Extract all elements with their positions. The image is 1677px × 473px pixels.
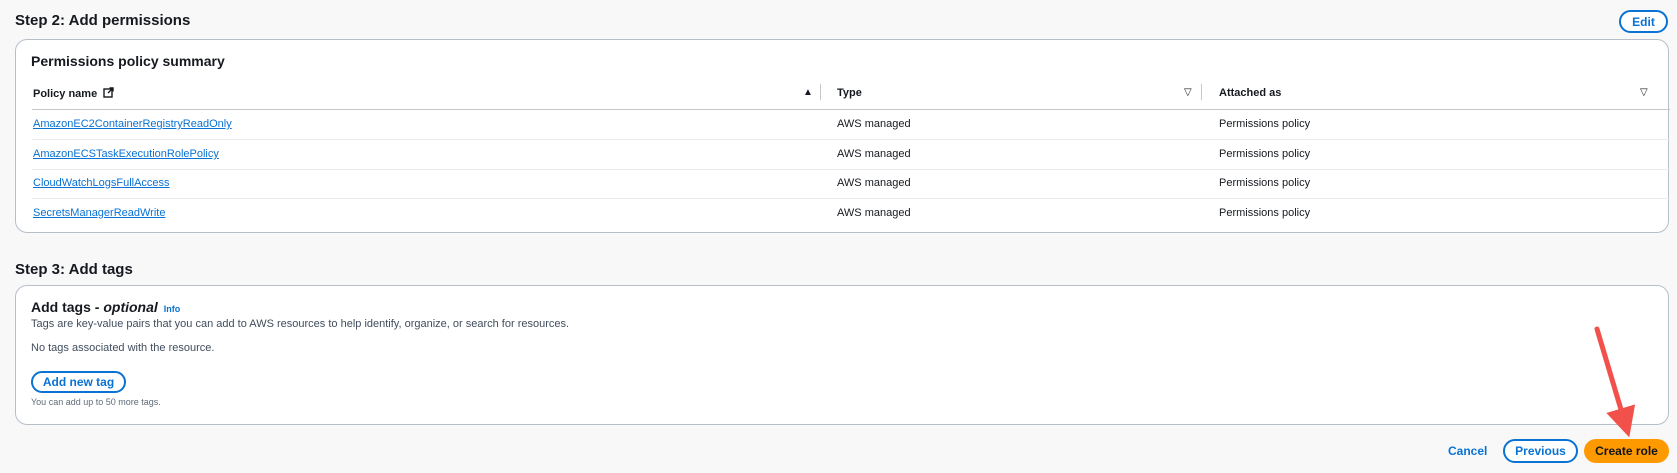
row-divider [32,139,1670,140]
permissions-summary-title: Permissions policy summary [31,53,225,69]
tags-description: Tags are key-value pairs that you can ad… [31,318,570,330]
column-header-attached-as[interactable]: Attached as [1219,87,1281,99]
sort-icon[interactable]: ▽ [1640,87,1648,98]
step2-title: Step 2: Add permissions [15,12,191,29]
policy-type: AWS managed [837,177,911,189]
column-header-policy-name[interactable]: Policy name [33,87,114,101]
column-divider[interactable] [1201,84,1202,100]
row-divider [32,169,1670,170]
policy-link[interactable]: SecretsManagerReadWrite [33,207,165,219]
previous-button[interactable]: Previous [1503,439,1578,463]
info-link[interactable]: Info [164,304,181,314]
edit-button[interactable]: Edit [1619,10,1668,33]
add-tags-title: Add tags - optional Info [31,299,180,315]
column-header-type[interactable]: Type [837,87,862,99]
column-header-label: Policy name [33,88,98,100]
policy-attached-as: Permissions policy [1219,118,1311,130]
policy-attached-as: Permissions policy [1219,177,1311,189]
policy-type: AWS managed [837,118,911,130]
permissions-policy-summary: Permissions policy summary Policy name ▲… [15,39,1670,233]
column-divider[interactable] [820,84,821,100]
no-tags-text: No tags associated with the resource. [31,342,215,354]
annotation-arrow-icon [1594,326,1636,438]
policy-attached-as: Permissions policy [1219,207,1311,219]
add-tags-title-text: Add tags - [31,299,104,315]
policy-link[interactable]: AmazonECSTaskExecutionRolePolicy [33,148,219,160]
tags-limit-hint: You can add up to 50 more tags. [31,397,161,407]
row-divider [32,198,1670,199]
policy-attached-as: Permissions policy [1219,148,1311,160]
policy-type: AWS managed [837,207,911,219]
external-link-icon [103,87,114,101]
add-tags-container: Add tags - optional Info Tags are key-val… [15,285,1669,425]
policy-link[interactable]: AmazonEC2ContainerRegistryReadOnly [33,118,232,130]
policy-type: AWS managed [837,148,911,160]
add-new-tag-button[interactable]: Add new tag [31,371,126,393]
cancel-button[interactable]: Cancel [1448,444,1487,458]
sort-icon[interactable]: ▽ [1184,87,1192,98]
policy-link[interactable]: CloudWatchLogsFullAccess [33,177,170,189]
step3-title: Step 3: Add tags [15,261,133,278]
sort-ascending-icon[interactable]: ▲ [803,87,813,98]
table-header-divider [32,109,1670,110]
optional-label: optional [103,299,158,315]
